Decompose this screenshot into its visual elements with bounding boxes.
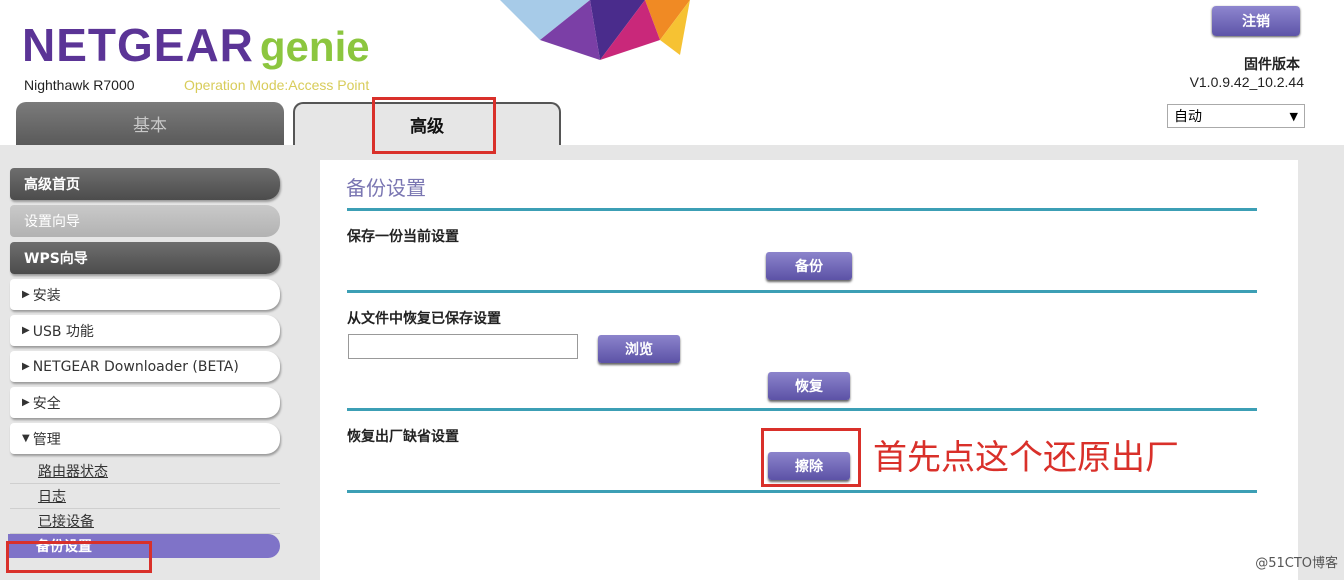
expand-arrow-icon: ▶ — [22, 361, 30, 372]
sidebar-item-label: 管理 — [32, 431, 61, 448]
backup-button[interactable]: 备份 — [766, 252, 852, 280]
save-settings-label: 保存一份当前设置 — [347, 229, 459, 245]
sidebar-item-label: USB 功能 — [32, 323, 94, 340]
operation-mode: Operation Mode:Access Point — [184, 77, 370, 93]
sidebar-item-security[interactable]: ▶ 安全 — [10, 387, 280, 418]
expand-arrow-icon: ▶ — [22, 289, 30, 300]
restore-settings-label: 从文件中恢复已保存设置 — [347, 311, 501, 327]
logo-netgear-text: NETGEAR — [22, 19, 254, 71]
restore-button[interactable]: 恢复 — [768, 372, 850, 400]
sidebar-subitem-logs[interactable]: 日志 — [10, 484, 280, 509]
highlight-box-backup-settings — [6, 541, 152, 573]
expand-arrow-icon: ▶ — [22, 325, 30, 336]
sidebar-item-usb[interactable]: ▶ USB 功能 — [10, 315, 280, 346]
main-panel: 备份设置 保存一份当前设置 备份 从文件中恢复已保存设置 浏览 恢复 恢复出厂缺… — [320, 160, 1298, 580]
sidebar-item-management[interactable]: ▼ 管理 — [10, 423, 280, 454]
annotation-text: 首先点这个还原出厂 — [873, 438, 1179, 478]
firmware-version: V1.0.9.42_10.2.44 — [1189, 74, 1304, 90]
netgear-genie-logo: NETGEAR genie — [22, 18, 370, 72]
model-name: Nighthawk R7000 — [24, 77, 135, 93]
sidebar-item-setup-wizard[interactable]: 设置向导 — [10, 205, 280, 237]
firmware-label: 固件版本 — [1244, 57, 1300, 73]
sidebar-item-label: 安全 — [32, 395, 61, 412]
divider — [347, 290, 1257, 293]
dropdown-arrow-icon: ▼ — [1289, 109, 1298, 123]
browse-button[interactable]: 浏览 — [598, 335, 680, 363]
file-path-input[interactable] — [348, 334, 578, 359]
page-title: 备份设置 — [346, 176, 426, 200]
sidebar-subitem-router-status[interactable]: 路由器状态 — [10, 459, 280, 484]
sidebar-item-label: NETGEAR Downloader (BETA) — [32, 358, 239, 375]
divider — [347, 408, 1257, 411]
header: NETGEAR genie Nighthawk R7000 Operation M… — [0, 0, 1344, 145]
highlight-box-erase-button — [761, 428, 861, 487]
divider — [347, 490, 1257, 493]
language-select-value: 自动 — [1174, 109, 1202, 125]
sidebar-item-advanced-home[interactable]: 高级首页 — [10, 168, 280, 200]
sidebar: 高级首页 设置向导 WPS向导 ▶ 安装 ▶ USB 功能 ▶ NETGEAR Dow… — [8, 168, 280, 558]
sidebar-item-setup[interactable]: ▶ 安装 — [10, 279, 280, 310]
expand-arrow-icon: ▶ — [22, 397, 30, 408]
sidebar-item-downloader[interactable]: ▶ NETGEAR Downloader (BETA) — [10, 351, 280, 382]
divider — [347, 208, 1257, 211]
highlight-box-advanced-tab — [372, 97, 496, 154]
watermark: @51CTO博客 — [1255, 556, 1338, 571]
collapse-arrow-icon: ▼ — [22, 433, 30, 444]
sidebar-item-label: 安装 — [32, 287, 61, 304]
sidebar-item-wps-wizard[interactable]: WPS向导 — [10, 242, 280, 274]
tab-basic[interactable]: 基本 — [16, 102, 284, 145]
factory-reset-label: 恢复出厂缺省设置 — [347, 429, 459, 445]
logout-button[interactable]: 注销 — [1212, 6, 1300, 36]
decorative-graphic — [500, 0, 690, 60]
sidebar-subitem-attached-devices[interactable]: 已接设备 — [10, 509, 280, 534]
logo-genie-text: genie — [259, 23, 370, 70]
language-select[interactable]: 自动 ▼ — [1167, 104, 1305, 128]
